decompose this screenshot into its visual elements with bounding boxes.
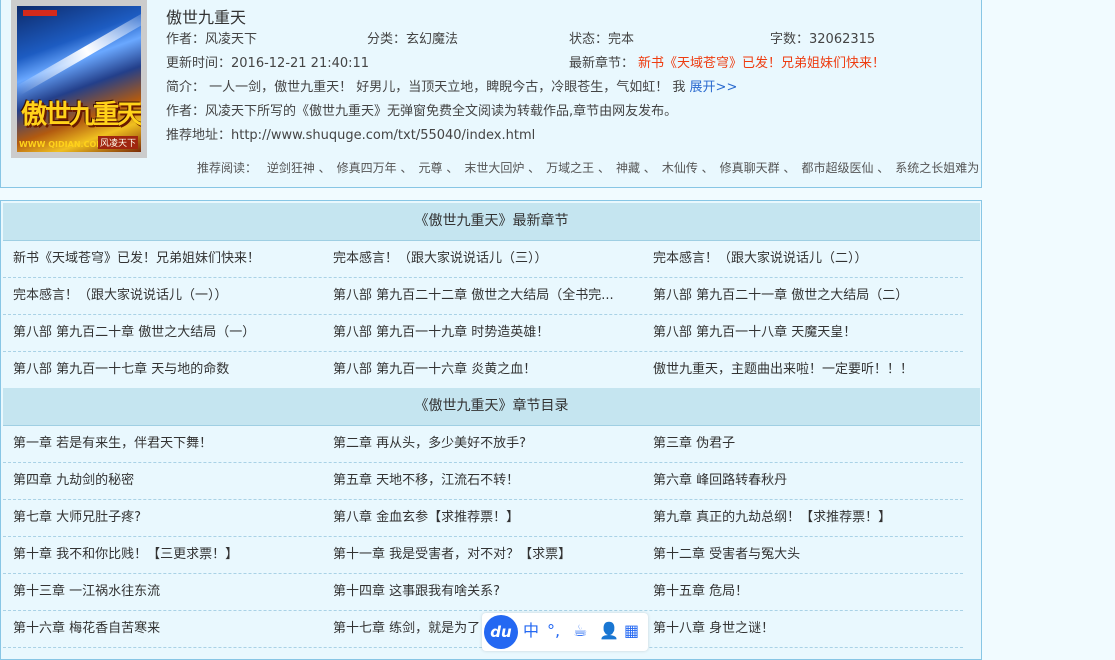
cover-image: 傲世九重天 WWW QIDIAN.COM 风凌天下	[17, 6, 141, 152]
chapter-link[interactable]: 完本感言！（跟大家说说话儿（二））	[653, 241, 959, 277]
recommend-reading: 推荐阅读： 逆剑狂神 、修真四万年 、元尊 、末世大回炉 、万域之王 、神藏 、…	[197, 159, 979, 176]
book-intro: 简介： 一人一剑，傲世九重天！ 好男儿，当顶天立地，睥睨今古，冷眼苍生，气如虹！…	[166, 76, 737, 95]
chapter-link[interactable]: 第七章 大师兄肚子疼?	[13, 500, 319, 536]
recommend-item[interactable]: 元尊 、	[419, 161, 459, 175]
book-status: 状态：完本	[569, 32, 635, 47]
ime-user-icon[interactable]: 👤	[599, 619, 619, 643]
chapter-link[interactable]: 第九章 真正的九劫总纲！【求推荐票！】	[653, 500, 959, 536]
cover-author-mark: 风凌天下	[97, 136, 138, 149]
recommend-item[interactable]: 系统之长姐难为	[895, 161, 979, 175]
book-updated: 更新时间：2016-12-21 21:40:11	[166, 56, 370, 71]
chapter-list-panel: 《傲世九重天》最新章节 新书《天域苍穹》已发！兄弟姐妹们快来！ 完本感言！（跟大家…	[0, 200, 982, 660]
chapter-row: 第四章 九劫剑的秘密 第五章 天地不移，江流石不转！ 第六章 峰回路转春秋丹	[3, 463, 963, 500]
recommend-item[interactable]: 神藏 、	[616, 161, 656, 175]
chapter-row: 完本感言！（跟大家说说话儿（一）） 第八部 第九百二十二章 傲世之大结局（全书完.…	[3, 278, 963, 315]
chapter-link[interactable]: 第八部 第九百一十九章 时势造英雄！	[333, 315, 639, 351]
book-author: 作者：风凌天下	[166, 32, 258, 47]
chapter-row: 第八部 第九百一十七章 天与地的命数 第八部 第九百一十六章 炎黄之血！ 傲世九重天…	[3, 352, 963, 389]
chapter-row: 第七章 大师兄肚子疼? 第八章 金血玄参【求推荐票！】 第九章 真正的九劫总纲！【求…	[3, 500, 963, 537]
chapter-link[interactable]: 第四章 九劫剑的秘密	[13, 463, 319, 499]
chapter-link[interactable]: 第十八章 身世之谜！	[653, 611, 959, 647]
book-title: 傲世九重天	[166, 8, 247, 27]
book-cover[interactable]: 傲世九重天 WWW QIDIAN.COM 风凌天下	[11, 0, 147, 158]
chapter-link[interactable]: 第十章 我不和你比贱！【三更求票！】	[13, 537, 319, 573]
chapter-link[interactable]: 第八部 第九百二十二章 傲世之大结局（全书完...	[333, 278, 639, 314]
recommend-item[interactable]: 修真四万年 、	[337, 161, 413, 175]
baidu-ime-logo-icon[interactable]: du	[484, 615, 518, 649]
chapter-row: 第八部 第九百二十章 傲世之大结局（一） 第八部 第九百一十九章 时势造英雄！ 第八…	[3, 315, 963, 352]
chapter-link[interactable]: 第二章 再从头，多少美好不放手?	[333, 426, 639, 462]
cover-site-mark: WWW QIDIAN.COM	[19, 140, 105, 149]
chapter-link[interactable]: 第八章 金血玄参【求推荐票！】	[333, 500, 639, 536]
chapter-link[interactable]: 第八部 第九百一十八章 天魔天皇！	[653, 315, 959, 351]
recommend-item[interactable]: 修真聊天群 、	[720, 161, 796, 175]
chapter-link[interactable]: 第十六章 梅花香自苦寒来	[13, 611, 319, 647]
ime-menu-grid-icon[interactable]: ▦	[624, 619, 639, 643]
chapter-link[interactable]: 第八部 第九百二十一章 傲世之大结局（二）	[653, 278, 959, 314]
ime-punctuation-icon[interactable]: °,	[547, 619, 560, 643]
chapter-link[interactable]: 第十一章 我是受害者，对不对？【求票】	[333, 537, 639, 573]
expand-intro-link[interactable]: 展开>>	[690, 80, 738, 95]
chapter-link[interactable]: 第八部 第九百一十六章 炎黄之血！	[333, 352, 639, 388]
cover-title-art: 傲世九重天	[21, 100, 141, 130]
latest-chapter-link[interactable]: 新书《天域苍穹》已发！兄弟姐妹们快来！	[638, 52, 885, 71]
chapter-link[interactable]: 第五章 天地不移，江流石不转！	[333, 463, 639, 499]
chapter-link[interactable]: 第十二章 受害者与冤大头	[653, 537, 959, 573]
chapter-row: 第一章 若是有来生，伴君天下舞！ 第二章 再从头，多少美好不放手? 第三章 伪君子	[3, 426, 963, 463]
chapter-link[interactable]: 完本感言！（跟大家说说话儿（三））	[333, 241, 639, 277]
book-intro-text: 简介： 一人一剑，傲世九重天！ 好男儿，当顶天立地，睥睨今古，冷眼苍生，气如虹！…	[166, 80, 686, 95]
recommend-label: 推荐阅读：	[197, 161, 258, 175]
chapter-link[interactable]: 新书《天域苍穹》已发！兄弟姐妹们快来！	[13, 241, 319, 277]
chapter-link[interactable]: 第十四章 这事跟我有啥关系?	[333, 574, 639, 610]
chapter-link[interactable]: 第八部 第九百二十章 傲世之大结局（一）	[13, 315, 319, 351]
ime-skin-icon[interactable]: ☕	[573, 619, 587, 643]
recommend-item[interactable]: 木仙传 、	[662, 161, 714, 175]
chapter-link[interactable]: 第十三章 一江祸水往东流	[13, 574, 319, 610]
cover-sword-flash	[17, 6, 141, 96]
chapter-link[interactable]: 第八部 第九百一十七章 天与地的命数	[13, 352, 319, 388]
recommend-item[interactable]: 都市超级医仙 、	[801, 161, 889, 175]
chapter-row: 第十章 我不和你比贱！【三更求票！】 第十一章 我是受害者，对不对？【求票】 第十二…	[3, 537, 963, 574]
recommend-url: 推荐地址：http://www.shuquge.com/txt/55040/in…	[166, 128, 536, 143]
cover-badge	[23, 10, 57, 16]
recommend-item[interactable]: 万域之王 、	[546, 161, 610, 175]
chapter-link[interactable]: 第一章 若是有来生，伴君天下舞！	[13, 426, 319, 462]
chapter-link[interactable]: 第六章 峰回路转春秋丹	[653, 463, 959, 499]
ime-toolbar[interactable]: du 中 °, ☕ 👤 ▦	[482, 613, 648, 651]
ime-chinese-mode-icon[interactable]: 中	[523, 619, 539, 643]
latest-chapters-header: 《傲世九重天》最新章节	[3, 203, 980, 241]
chapter-row: 新书《天域苍穹》已发！兄弟姐妹们快来！ 完本感言！（跟大家说说话儿（三）） 完本感言…	[3, 241, 963, 278]
chapter-link[interactable]: 第十五章 危局！	[653, 574, 959, 610]
recommend-item[interactable]: 逆剑狂神 、	[267, 161, 331, 175]
chapter-link[interactable]: 完本感言！（跟大家说说话儿（一））	[13, 278, 319, 314]
book-category: 分类：玄幻魔法	[367, 32, 459, 47]
latest-chapter-label: 最新章节：	[569, 56, 635, 71]
toc-header: 《傲世九重天》章节目录	[3, 388, 980, 426]
book-word-count: 字数：32062315	[770, 32, 876, 47]
recommend-item[interactable]: 末世大回炉 、	[464, 161, 540, 175]
author-note: 作者：风凌天下所写的《傲世九重天》无弹窗免费全文阅读为转载作品,章节由网友发布。	[166, 104, 678, 119]
chapter-row: 第十三章 一江祸水往东流 第十四章 这事跟我有啥关系? 第十五章 危局！	[3, 574, 963, 611]
chapter-link[interactable]: 傲世九重天，主题曲出来啦！一定要听！！！	[653, 352, 959, 388]
chapter-link[interactable]: 第三章 伪君子	[653, 426, 959, 462]
book-info-panel: 傲世九重天 WWW QIDIAN.COM 风凌天下 傲世九重天 作者：风凌天下 …	[0, 0, 982, 188]
